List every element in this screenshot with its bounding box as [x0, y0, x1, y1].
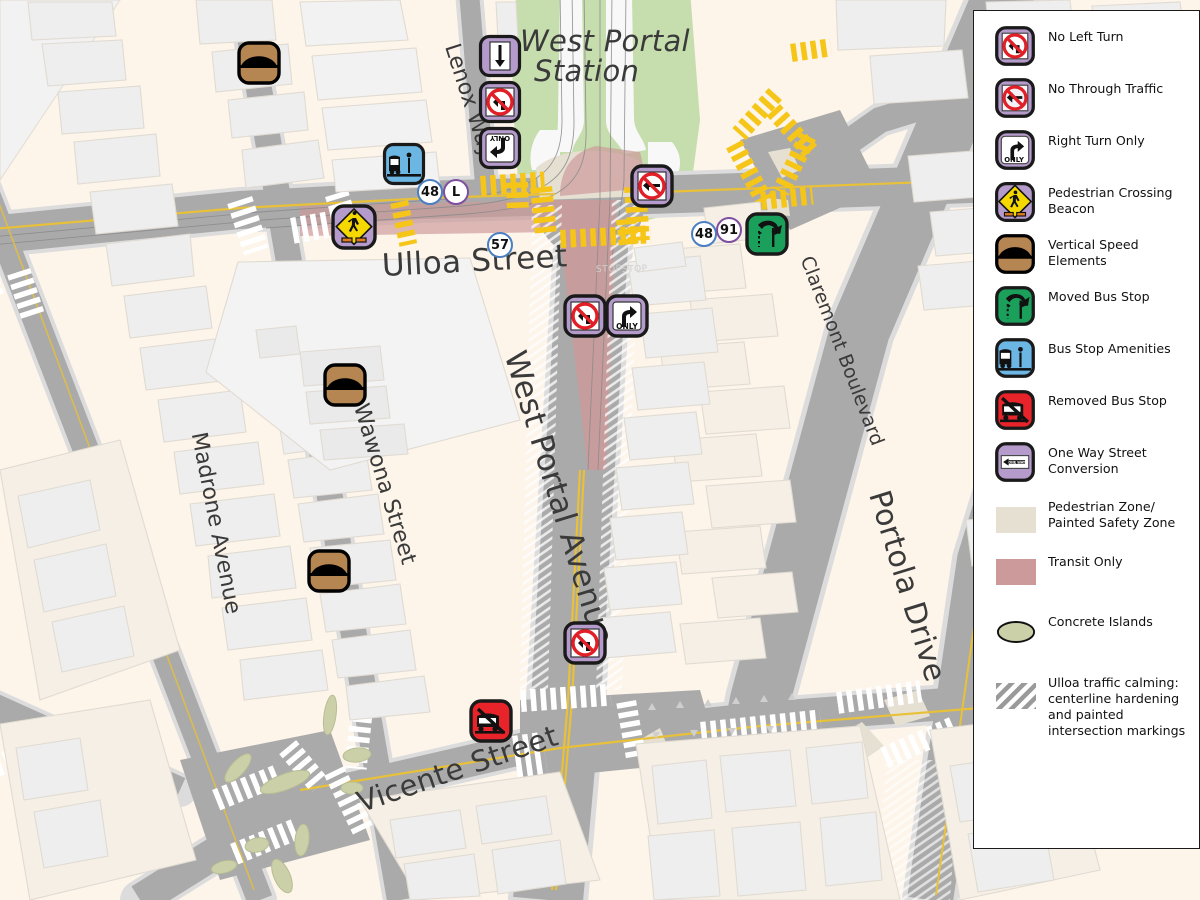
legend-label: Transit Only [1048, 554, 1123, 569]
stop-road-markings: STOP STOP [596, 264, 648, 275]
marker-vertical-speed-element-1[interactable] [236, 40, 282, 86]
marker-no-left-turn-2[interactable] [562, 293, 608, 339]
marker-moved-bus-stop-1[interactable] [744, 211, 790, 257]
svg-text:ONLY: ONLY [489, 134, 510, 142]
legend-item-ulloa-traffic-calming[interactable]: Ulloa traffic calming: centerline harden… [974, 675, 1199, 739]
legend-label: Ulloa traffic calming: centerline harden… [1048, 675, 1186, 739]
marker-removed-bus-stop-1[interactable] [468, 698, 514, 744]
route-badge-l[interactable]: L [443, 179, 469, 205]
traffic-calming-hatch-swatch [996, 675, 1036, 717]
legend-label: No Through Traffic [1048, 81, 1164, 96]
legend-label: No Left Turn [1048, 29, 1124, 44]
legend-item-right-turn-only[interactable]: ONLY Right Turn Only [974, 129, 1199, 171]
legend-label: Vertical Speed Elements [1048, 237, 1139, 269]
legend-label: Right Turn Only [1048, 133, 1145, 148]
marker-bus-stop-amenities-1[interactable] [382, 142, 426, 186]
legend-label: Moved Bus Stop [1048, 289, 1150, 304]
legend-label: Removed Bus Stop [1048, 393, 1167, 408]
marker-right-turn-only-2[interactable]: ONLY [604, 293, 650, 339]
svg-text:STOP: STOP [622, 264, 648, 275]
legend-label: One Way Street Conversion [1048, 445, 1147, 477]
legend-item-no-left-turn[interactable]: No Left Turn [974, 25, 1199, 67]
moved-bus-stop-icon [994, 285, 1036, 327]
route-badge-48-east[interactable]: 48 [691, 221, 717, 247]
legend-item-pedestrian-zone[interactable]: Pedestrian Zone/ Painted Safety Zone [974, 499, 1199, 541]
pedestrian-zone-swatch [996, 499, 1036, 541]
removed-bus-stop-icon [994, 389, 1036, 431]
marker-right-turn-only-1[interactable]: ONLY [478, 126, 522, 170]
bus-stop-amenities-icon [994, 337, 1036, 379]
marker-no-through-traffic-1[interactable] [629, 163, 675, 209]
transit-only-swatch [996, 551, 1036, 593]
map-application: STOP STOP West Portal Station Lenox Way … [0, 0, 1200, 900]
route-badge-label: 91 [719, 222, 739, 238]
one-way-street-conversion-icon: ONE WAY [994, 441, 1036, 483]
route-badge-label: L [451, 184, 461, 200]
legend-item-concrete-islands[interactable]: Concrete Islands [974, 611, 1199, 653]
right-turn-only-icon: ONLY [994, 129, 1036, 171]
legend-item-transit-only[interactable]: Transit Only [974, 551, 1199, 593]
marker-vertical-speed-element-2[interactable] [322, 362, 368, 408]
legend-label: Bus Stop Amenities [1048, 341, 1171, 356]
concrete-islands-icon [996, 611, 1036, 653]
legend-list: No Left Turn No Through Traffic ONLY Rig… [974, 11, 1199, 739]
route-badge-label: 57 [490, 237, 510, 253]
route-badge-label: 48 [694, 226, 714, 242]
pedestrian-crossing-beacon-icon [994, 181, 1036, 223]
legend-item-removed-bus-stop[interactable]: Removed Bus Stop [974, 389, 1199, 431]
svg-text:ONLY: ONLY [616, 322, 638, 331]
legend-label: Pedestrian Crossing Beacon [1048, 185, 1173, 217]
legend-label: Pedestrian Zone/ Painted Safety Zone [1048, 499, 1176, 531]
legend-label: Concrete Islands [1048, 614, 1153, 629]
route-badge-label: 48 [420, 184, 440, 200]
no-through-traffic-icon [994, 77, 1036, 119]
legend-item-vertical-speed[interactable]: Vertical Speed Elements [974, 233, 1199, 275]
legend-item-no-through-traffic[interactable]: No Through Traffic [974, 77, 1199, 119]
legend-item-one-way-conversion[interactable]: ONE WAY One Way Street Conversion [974, 441, 1199, 483]
route-badge-91[interactable]: 91 [716, 217, 742, 243]
vertical-speed-elements-icon [994, 233, 1036, 275]
legend-item-moved-bus-stop[interactable]: Moved Bus Stop [974, 285, 1199, 327]
legend-panel: No Left Turn No Through Traffic ONLY Rig… [973, 10, 1200, 849]
no-left-turn-icon [994, 25, 1036, 67]
legend-item-bus-stop-amenities[interactable]: Bus Stop Amenities [974, 337, 1199, 379]
marker-vertical-speed-element-3[interactable] [306, 548, 352, 594]
marker-one-way-conversion-1[interactable] [478, 34, 522, 78]
legend-item-ped-crossing-beacon[interactable]: Pedestrian Crossing Beacon [974, 181, 1199, 223]
route-badge-57[interactable]: 57 [487, 232, 513, 258]
marker-no-left-turn-3[interactable] [562, 620, 608, 666]
svg-text:STOP: STOP [596, 264, 622, 275]
marker-no-left-turn-1[interactable] [478, 80, 522, 124]
marker-ped-crossing-beacon-1[interactable] [330, 203, 378, 251]
svg-text:ONE WAY: ONE WAY [1008, 460, 1026, 464]
svg-text:ONLY: ONLY [1004, 156, 1025, 164]
